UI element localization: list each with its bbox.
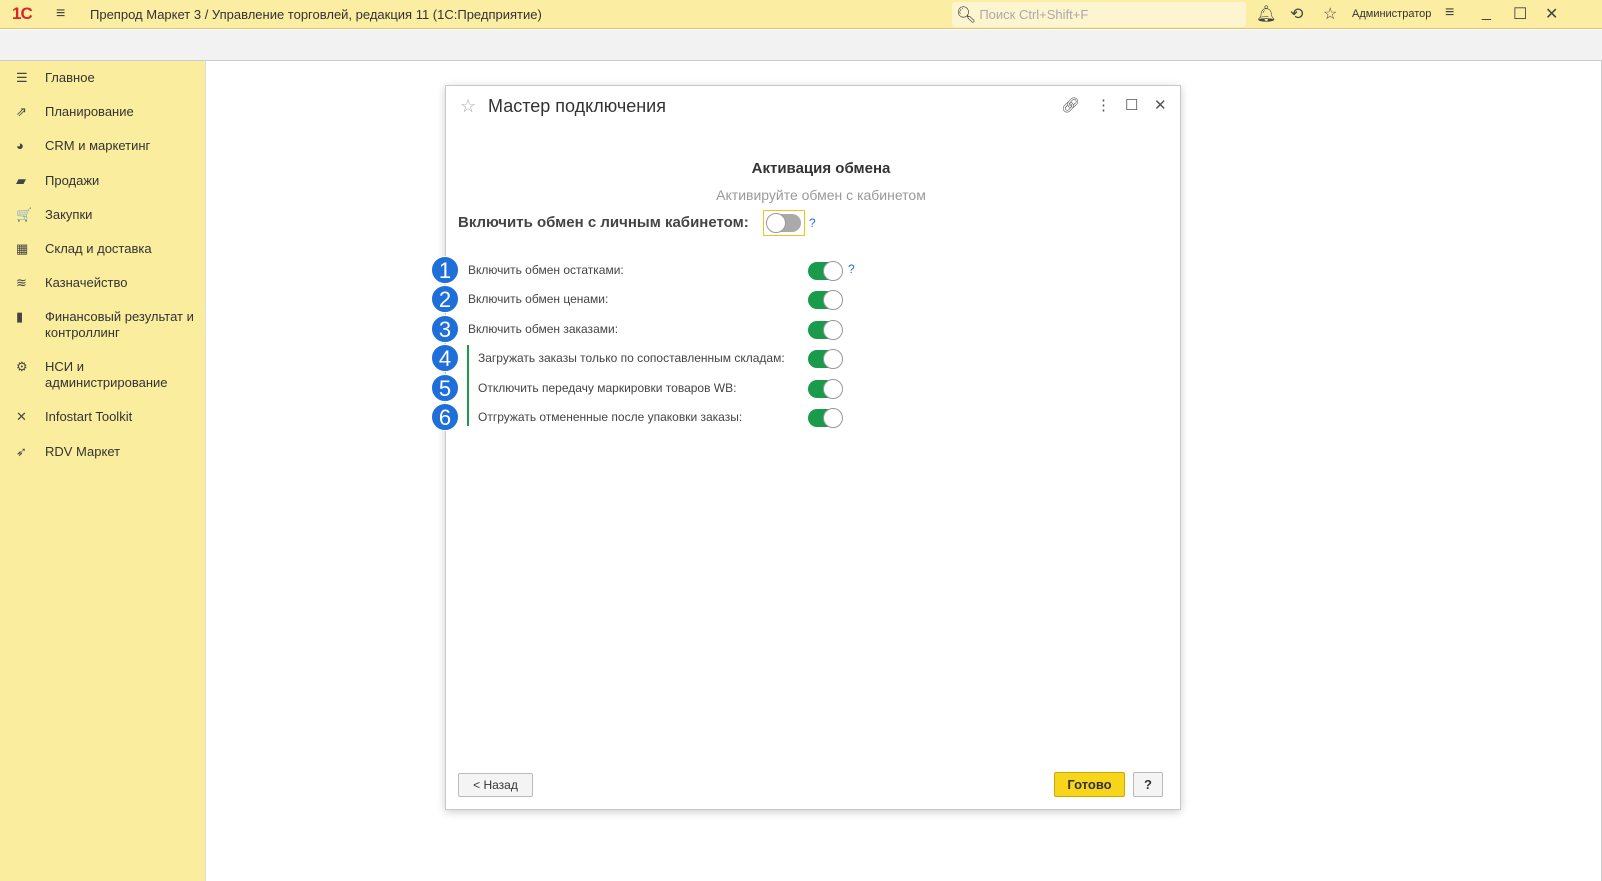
- help-button[interactable]: ?: [1133, 772, 1163, 797]
- option-toggle[interactable]: [808, 408, 843, 428]
- history-icon[interactable]: ⟲: [1290, 4, 1303, 24]
- sidebar-item-label: Финансовый результат и контроллинг: [45, 309, 194, 340]
- search-icon: 🔍︎: [956, 6, 977, 24]
- 1c-logo: 1С: [12, 4, 33, 23]
- more-icon[interactable]: ⋮: [1096, 96, 1111, 114]
- close-icon[interactable]: ✕: [1545, 4, 1558, 24]
- link-icon[interactable]: 🔗︎: [1061, 96, 1080, 114]
- section-icon: ▦: [16, 241, 29, 256]
- help-link[interactable]: ?: [809, 216, 816, 230]
- section-icon: 🛒: [16, 207, 33, 222]
- step-number-badge: 5: [431, 373, 459, 402]
- sidebar-item[interactable]: ➶ RDV Маркет: [0, 444, 206, 460]
- option-label: Загружать заказы только по сопоставленны…: [478, 351, 785, 366]
- sidebar-item-label: Планирование: [45, 104, 134, 119]
- sidebar-item-label: Главное: [45, 70, 95, 85]
- star-icon[interactable]: ☆: [1323, 4, 1337, 24]
- app-title: Препрод Маркет 3 / Управление торговлей,…: [90, 6, 542, 22]
- group-line: [467, 345, 469, 426]
- search-placeholder: Поиск Ctrl+Shift+F: [979, 7, 1089, 22]
- user-name[interactable]: Администратор: [1352, 8, 1431, 20]
- sidebar-item-label: CRM и маркетинг: [45, 138, 151, 153]
- option-toggle[interactable]: [808, 349, 843, 370]
- sidebar-item[interactable]: ▦ Склад и доставка: [0, 241, 206, 257]
- sidebar-item[interactable]: ◕ CRM и маркетинг: [0, 138, 206, 154]
- done-button[interactable]: Готово: [1054, 772, 1125, 797]
- sidebar-item-label: Infostart Toolkit: [45, 409, 133, 424]
- section-icon: ▰: [16, 173, 26, 188]
- option-toggle[interactable]: [808, 290, 843, 311]
- section-subheading: Активируйте обмен с кабинетом: [716, 187, 926, 203]
- section-icon: ✕: [16, 409, 27, 424]
- option-toggle[interactable]: [808, 261, 843, 281]
- maximize-icon[interactable]: ☐: [1513, 4, 1527, 24]
- section-icon: ⇗: [16, 104, 27, 119]
- sidebar-item[interactable]: ☰ Главное: [0, 70, 206, 86]
- option-label: Отключить передачу маркировки товаров WB…: [478, 380, 737, 395]
- step-number-badge: 1: [431, 256, 459, 284]
- connection-wizard-dialog: ☆ Мастер подключения 🔗︎ ⋮ ☐ ✕ Активация …: [431, 85, 1181, 810]
- toolbar-area: [0, 30, 1602, 61]
- section-icon: ☰: [16, 70, 28, 85]
- section-icon: ◕: [16, 138, 24, 153]
- sidebar-item[interactable]: ≋ Казначейство: [0, 275, 206, 291]
- step-number-badge: 6: [431, 403, 459, 431]
- section-icon: ⚙: [16, 359, 28, 374]
- sidebar-item[interactable]: ▰ Продажи: [0, 173, 206, 189]
- option-label: Включить обмен остатками:: [468, 263, 624, 277]
- sidebar-item-label: RDV Маркет: [45, 444, 121, 459]
- sidebar-item-label: Закупки: [45, 207, 93, 222]
- close-icon[interactable]: ✕: [1154, 96, 1167, 114]
- help-link[interactable]: ?: [848, 262, 855, 276]
- sidebar-item[interactable]: ▮ Финансовый результат и контроллинг: [0, 309, 206, 341]
- section-icon: ≋: [16, 275, 27, 290]
- section-icon: ➶: [16, 444, 27, 459]
- top-bar: 1С ≡ Препрод Маркет 3 / Управление торго…: [0, 0, 1602, 29]
- section-heading: Активация обмена: [751, 160, 891, 177]
- option-label: Включить обмен ценами:: [468, 292, 609, 307]
- sidebar-item-label: НСИ и администрирование: [45, 359, 168, 390]
- bell-icon[interactable]: 🔔︎: [1256, 4, 1276, 24]
- favorite-star-icon[interactable]: ☆: [460, 96, 476, 117]
- option-toggle[interactable]: [808, 319, 843, 340]
- main-exchange-label: Включить обмен с личным кабинетом:: [458, 214, 749, 231]
- step-number-badge: 3: [431, 314, 459, 343]
- search-input[interactable]: 🔍︎ Поиск Ctrl+Shift+F: [952, 2, 1246, 27]
- menu-icon[interactable]: ≡: [56, 5, 70, 23]
- section-icon: ▮: [16, 309, 24, 324]
- back-button[interactable]: < Назад: [458, 773, 533, 797]
- step-number-badge: 2: [431, 285, 459, 314]
- sidebar-item-label: Склад и доставка: [45, 241, 152, 256]
- sidebar-item[interactable]: 🛒 Закупки: [0, 207, 206, 223]
- settings-menu-icon[interactable]: ≡: [1445, 4, 1454, 22]
- minimize-icon[interactable]: _: [1482, 4, 1491, 22]
- dialog-title: Мастер подключения: [488, 96, 666, 116]
- sidebar-item[interactable]: ✕ Infostart Toolkit: [0, 409, 206, 425]
- maximize-icon[interactable]: ☐: [1125, 96, 1138, 114]
- option-toggle[interactable]: [808, 378, 843, 399]
- sidebar-item[interactable]: ⇗ Планирование: [0, 104, 206, 120]
- option-label: Отгружать отмененные после упаковки зака…: [478, 410, 743, 424]
- sidebar-item-label: Казначейство: [45, 275, 128, 290]
- sidebar: ☰ Главное ⇗ Планирование ◕ CRM и маркетинг ▰ Пр…: [0, 61, 206, 881]
- sidebar-item-label: Продажи: [45, 173, 100, 188]
- sidebar-item[interactable]: ⚙ НСИ и администрирование: [0, 359, 206, 391]
- main-exchange-toggle[interactable]: [766, 213, 801, 233]
- step-number-badge: 4: [431, 344, 459, 373]
- option-label: Включить обмен заказами:: [468, 321, 619, 336]
